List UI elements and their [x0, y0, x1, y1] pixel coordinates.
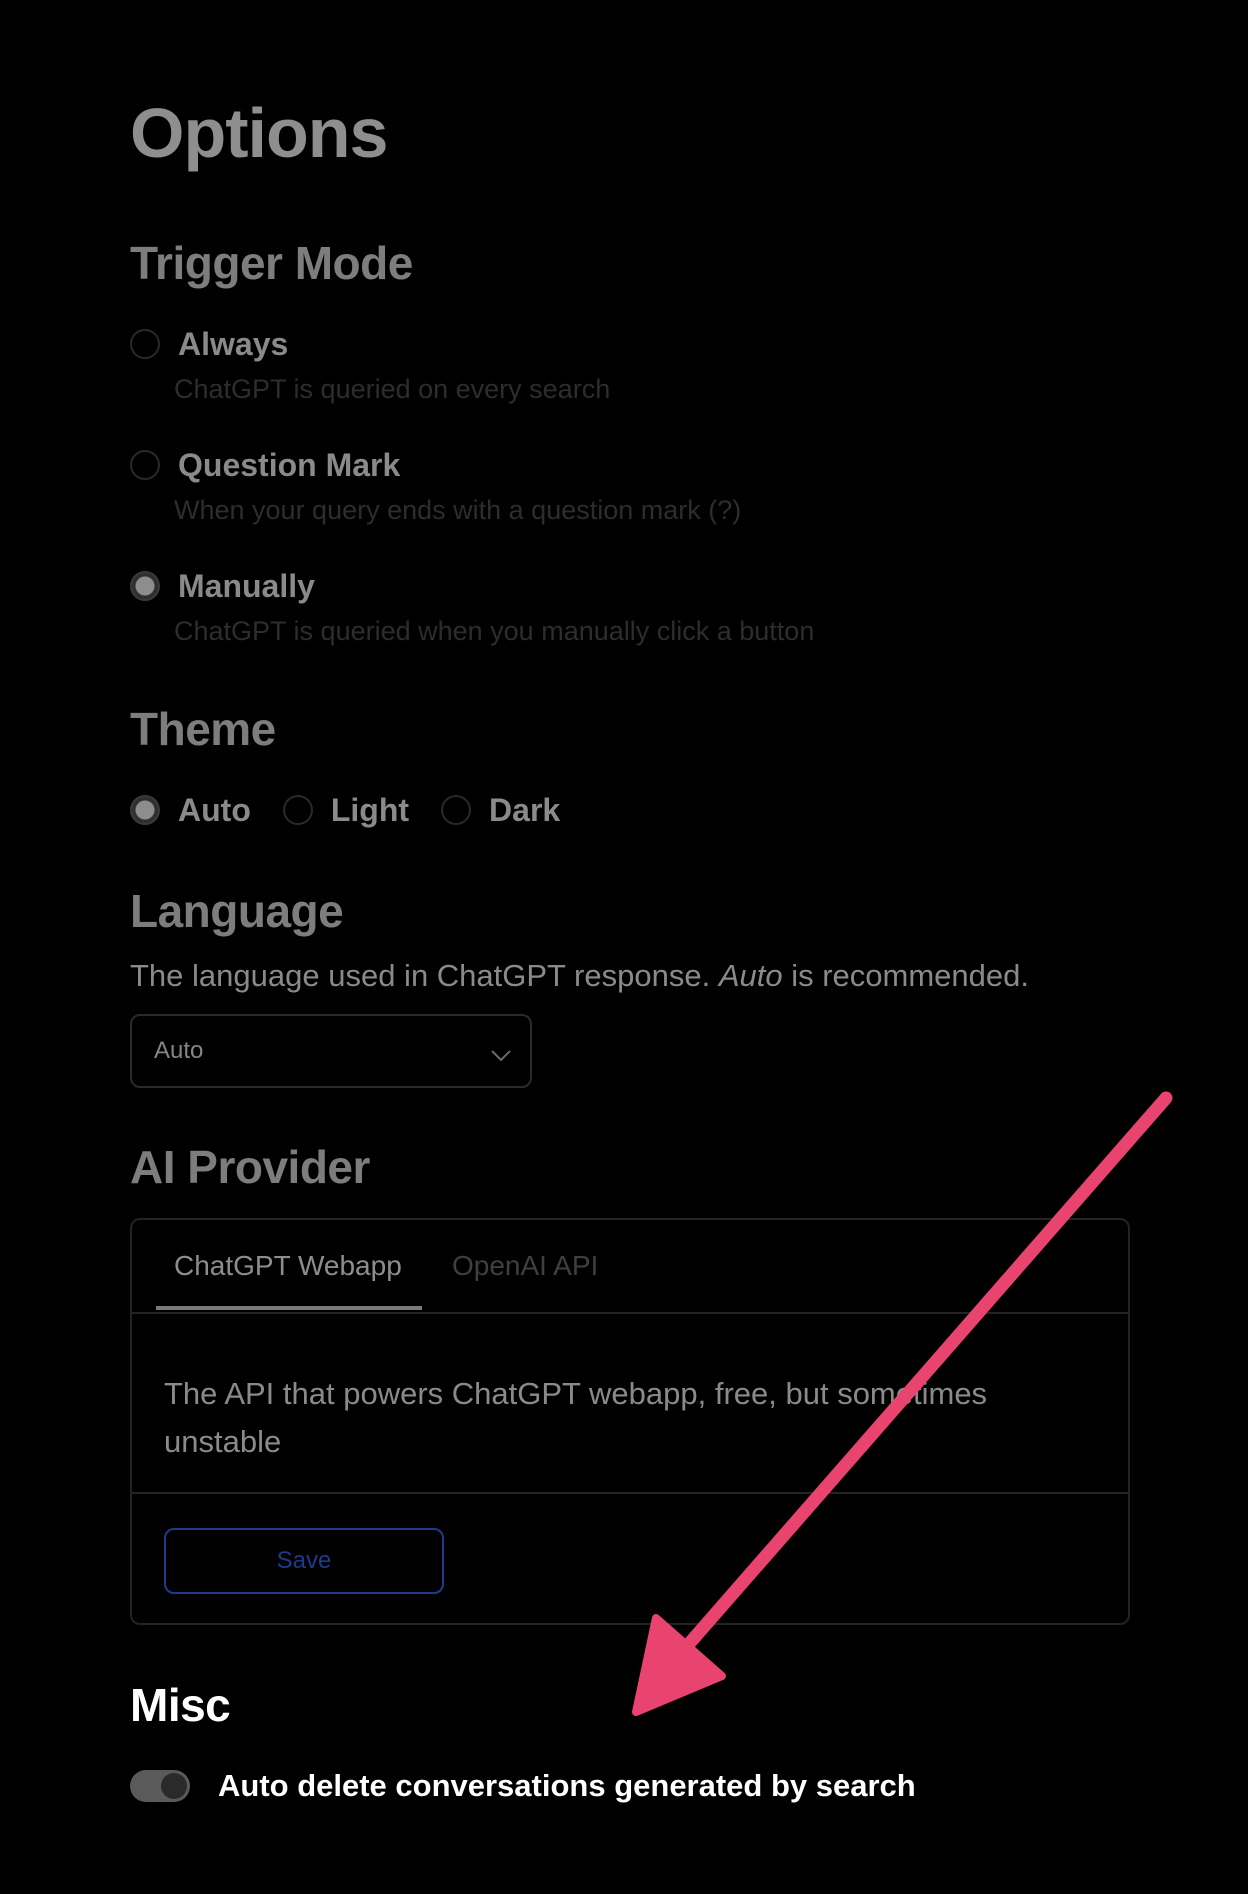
misc-title: Misc: [130, 1679, 231, 1731]
trigger-mode-always-description: ChatGPT is queried on every search: [174, 374, 611, 404]
radio-label: Dark: [489, 791, 561, 828]
auto-delete-toggle-row[interactable]: Auto delete conversations generated by s…: [130, 1764, 916, 1808]
auto-delete-toggle[interactable]: [130, 1770, 190, 1802]
tab-openai-api[interactable]: OpenAI API: [452, 1250, 598, 1282]
language-select-value: Auto: [154, 1037, 204, 1064]
radio-label: Manually: [178, 567, 315, 604]
trigger-mode-title: Trigger Mode: [130, 237, 413, 289]
language-description: The language used in ChatGPT response. A…: [130, 958, 1029, 994]
auto-delete-toggle-label: Auto delete conversations generated by s…: [218, 1768, 916, 1803]
trigger-mode-question-mark-radio[interactable]: Question Mark: [130, 445, 400, 485]
radio-circle[interactable]: [130, 329, 160, 359]
ai-provider-description: The API that powers ChatGPT webapp, free…: [164, 1376, 988, 1459]
active-tab-indicator: [156, 1306, 422, 1310]
ai-provider-tabs: ChatGPT Webapp OpenAI API: [132, 1220, 1128, 1314]
radio-label: Auto: [178, 791, 251, 828]
language-title: Language: [130, 885, 344, 937]
ai-provider-card: ChatGPT Webapp OpenAI API The API that p…: [130, 1218, 1130, 1625]
language-description-emphasis: Auto: [718, 958, 783, 993]
radio-label: Question Mark: [178, 446, 401, 483]
trigger-mode-question-mark-description: When your query ends with a question mar…: [174, 495, 742, 525]
language-description-text-end: is recommended.: [782, 958, 1029, 993]
radio-label: Light: [330, 791, 410, 828]
radio-circle[interactable]: [441, 795, 472, 825]
theme-radio-group: Auto Light Dark: [130, 790, 592, 830]
tab-chatgpt-webapp[interactable]: ChatGPT Webapp: [174, 1250, 402, 1282]
theme-light-radio[interactable]: Light: [282, 791, 410, 829]
chevron-down-icon: [490, 1042, 512, 1070]
language-select[interactable]: Auto: [130, 1014, 532, 1088]
save-button[interactable]: Save: [164, 1528, 444, 1594]
radio-circle[interactable]: [282, 795, 313, 825]
language-description-text: The language used in ChatGPT response.: [130, 958, 719, 993]
card-divider: [132, 1492, 1128, 1494]
radio-circle-checked[interactable]: [130, 795, 160, 825]
trigger-mode-always-radio[interactable]: Always: [130, 324, 288, 364]
radio-circle[interactable]: [130, 450, 160, 480]
trigger-mode-manually-description: ChatGPT is queried when you manually cli…: [174, 616, 815, 646]
theme-dark-radio[interactable]: Dark: [441, 792, 560, 829]
trigger-mode-manually-radio[interactable]: Manually: [130, 566, 315, 606]
theme-auto-radio[interactable]: Auto: [130, 792, 251, 829]
page-title: Options: [130, 94, 388, 172]
radio-label: Always: [178, 325, 289, 362]
toggle-knob: [161, 1773, 187, 1799]
radio-circle-checked[interactable]: [130, 571, 160, 601]
ai-provider-title: AI Provider: [130, 1141, 370, 1193]
theme-title: Theme: [130, 703, 276, 755]
